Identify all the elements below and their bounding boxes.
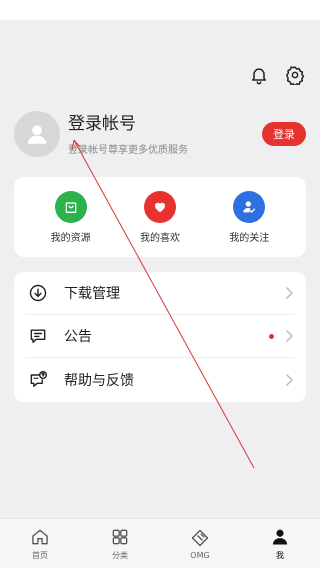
menu-item-announcements[interactable]: 公告 (26, 315, 294, 358)
menu-card: 下载管理 公告 帮助与反馈 (14, 272, 306, 402)
gear-icon[interactable] (284, 64, 306, 86)
status-bar (0, 0, 320, 20)
chevron-right-icon (286, 373, 293, 386)
quick-item-following[interactable]: 我的关注 (213, 190, 285, 244)
profile-header[interactable]: 登录帐号 登录帐号尊享更多优质服务 登录 (14, 110, 306, 158)
menu-item-downloads[interactable]: 下载管理 (26, 272, 294, 315)
tab-omg[interactable]: OMG (160, 519, 240, 568)
grid-icon (109, 526, 131, 548)
chevron-right-icon (286, 330, 293, 342)
menu-label: 公告 (64, 329, 92, 345)
tab-label: 分类 (112, 551, 128, 560)
message-icon (26, 324, 50, 348)
shopping-bag-icon (54, 190, 87, 223)
profile-text: 登录帐号 登录帐号尊享更多优质服务 (68, 113, 262, 156)
menu-label: 下载管理 (64, 286, 120, 302)
quick-label: 我的喜欢 (139, 232, 180, 244)
chevron-right-icon (286, 287, 293, 299)
tab-label: OMG (190, 551, 210, 560)
quick-label: 我的资源 (50, 232, 91, 244)
top-actions (248, 64, 306, 86)
tab-me[interactable]: 我 (240, 519, 320, 568)
quick-item-likes[interactable]: 我的喜欢 (124, 190, 196, 244)
bell-icon[interactable] (248, 64, 270, 86)
tab-label: 我 (276, 551, 284, 560)
profile-name[interactable]: 登录帐号 (68, 113, 262, 135)
menu-item-help-feedback[interactable]: 帮助与反馈 (26, 358, 294, 401)
bottom-tab-bar: 首页 分类 OMG 我 (0, 518, 320, 568)
login-button[interactable]: 登录 (262, 122, 306, 146)
tab-categories[interactable]: 分类 (80, 519, 160, 568)
quick-actions-card: 我的资源 我的喜欢 我的关注 (14, 177, 306, 257)
heart-icon (143, 190, 176, 223)
download-icon (26, 281, 50, 305)
tab-home[interactable]: 首页 (0, 519, 80, 568)
omg-icon (189, 527, 211, 549)
unread-dot (269, 333, 274, 339)
tab-label: 首页 (32, 551, 48, 560)
help-feedback-icon (26, 368, 50, 392)
quick-item-resources[interactable]: 我的资源 (35, 190, 107, 244)
person-icon (269, 526, 291, 548)
home-icon (29, 526, 51, 548)
quick-label: 我的关注 (229, 232, 270, 244)
user-follow-icon (233, 190, 266, 223)
menu-label: 帮助与反馈 (64, 372, 134, 389)
profile-subtitle: 登录帐号尊享更多优质服务 (68, 144, 188, 156)
avatar[interactable] (14, 111, 60, 157)
